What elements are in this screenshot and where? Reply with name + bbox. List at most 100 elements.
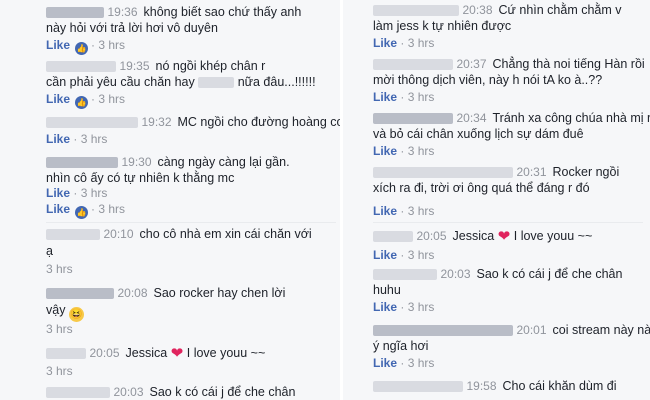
separator-dot: · [91,202,96,216]
comment-20-05: 20:05 Jessica ❤ I love youu ~~ [46,345,265,362]
comment-age[interactable]: 3 hrs [408,90,435,104]
like-link[interactable]: Like [46,186,70,200]
like-link[interactable]: Like [46,132,70,146]
comment-text: xích ra đi, trời ơi ông quá thể đáng r đ… [373,181,590,195]
like-link[interactable]: Like [46,92,70,106]
separator-dot: · [400,356,405,370]
comment-text: Chẳng thà noi tiếng Hàn rồi [492,57,645,71]
comment-time: 19:32 [141,115,172,129]
comment-age[interactable]: 3 hrs [98,38,125,52]
comment-age[interactable]: 3 hrs [408,144,435,158]
comment-text: I love youu ~~ [513,229,593,243]
like-link[interactable]: Like [373,204,397,218]
comment-time: 19:35 [119,59,150,73]
redacted-name [373,5,459,17]
divider [373,222,643,223]
like-link[interactable]: Like [373,356,397,370]
redacted-name [46,348,86,360]
redacted-name [46,229,100,241]
separator-dot: · [400,300,405,314]
comment-20-38: 20:38 Cứ nhìn chằm chằm v [373,2,622,19]
separator-dot: · [91,38,96,52]
comment-text: Rocker ngồi [552,165,620,179]
comment-text: càng ngày càng lại gần. [157,155,290,169]
comment-text: Cho cái khăn dùm đi [502,379,617,393]
comment-actions: Like · 3 hrs [373,356,434,370]
comment-time: 20:34 [456,111,487,125]
comment-20-03: 20:03 Sao k có cái j để che chân [373,266,622,283]
comment-age[interactable]: 3 hrs [98,92,125,106]
comment-age[interactable]: 3 hrs [408,356,435,370]
redacted-name [373,113,453,125]
comment-age[interactable]: 3 hrs [408,204,435,218]
redacted-name [373,381,463,393]
comment-20-31: 20:31 Rocker ngồi [373,164,619,181]
like-link[interactable]: Like [46,38,70,52]
redacted-name [373,231,413,243]
thumbs-up-icon: 👍 [75,42,89,55]
redacted-name [46,117,138,129]
comment-time: 19:58 [466,379,497,393]
laughing-emoji-icon: 😆 [68,307,84,322]
divider [46,222,336,223]
comment-age[interactable]: 3 hrs [408,300,435,314]
comment-text: cho cô nhà em xin cái chăn với [139,227,312,241]
comment-age[interactable]: 3 hrs [408,248,435,262]
comment-age[interactable]: 3 hrs [81,132,108,146]
comment-time: 20:03 [113,385,144,399]
reaction-line: Like 👍 · 3 hrs [46,202,125,219]
comment-age[interactable]: 3 hrs [46,322,73,336]
comment-text: nó ngồi khép chân r [155,59,266,73]
comment-19-36: 19:36 không biết sao chứ thấy anh [46,4,301,21]
comment-age[interactable]: 3 hrs [98,202,125,216]
separator-dot: · [400,204,405,218]
comment-text: nhìn cô ấy có tự nhiên k thằng mc [46,171,235,185]
comment-text: nữa đâu...!!!!!! [237,75,316,89]
comment-text: và bỏ cái chân xuống lịch sự dám đuê [373,127,584,141]
comment-text: Tránh xa công chúa nhà mị ra [492,111,650,125]
like-link[interactable]: Like [373,36,397,50]
redacted-text [198,77,235,89]
comment-time: 20:10 [103,227,134,241]
comment-age[interactable]: 3 hrs [81,186,108,200]
comment-time: 20:38 [462,3,493,17]
comment-text: ý ngĩa hơi [373,339,429,353]
comment-time: 20:05 [416,229,447,243]
comment-actions: Like · 3 hrs [373,90,434,104]
comment-text: Jessica [125,346,168,360]
like-link[interactable]: Like [373,300,397,314]
redacted-name [373,59,453,71]
redacted-name [46,157,118,169]
separator-dot: · [91,92,96,106]
comment-actions: Like · 3 hrs [46,186,107,200]
comment-age[interactable]: 3 hrs [46,364,73,378]
like-link[interactable]: Like [373,248,397,262]
heart-icon: ❤ [497,228,511,245]
comment-text: Sao k có cái j để che chân [476,267,623,281]
like-link[interactable]: Like [373,144,397,158]
separator-dot: · [400,144,405,158]
comment-19-32: 19:32 MC ngồi cho đường hoàng coi [46,114,343,131]
comment-19-35: 19:35 nó ngồi khép chân r [46,58,265,75]
comment-text: Cứ nhìn chằm chằm v [498,3,622,17]
comment-19-30: 19:30 càng ngày càng lại gần. [46,154,290,171]
comment-20-34: 20:34 Tránh xa công chúa nhà mị ra [373,110,650,127]
comment-actions: 3 hrs [46,364,73,378]
comment-text: Sao k có cái j để che chân [149,385,296,399]
comment-age[interactable]: 3 hrs [408,36,435,50]
comment-text: I love youu ~~ [186,346,266,360]
comment-time: 20:03 [440,267,471,281]
comment-text: vậy [46,303,66,317]
separator-dot: · [400,248,405,262]
comment-20-01: 20:01 coi stream này này [373,322,650,339]
redacted-name [46,387,110,399]
comment-actions: Like 👍 · 3 hrs [46,38,125,55]
comment-actions: Like 👍 · 3 hrs [46,92,125,109]
left-comment-column: 19:36 không biết sao chứ thấy anh này hỏi… [0,0,343,400]
like-link[interactable]: Like [46,202,70,216]
like-link[interactable]: Like [373,90,397,104]
comment-age[interactable]: 3 hrs [46,262,73,276]
comment-time: 20:37 [456,57,487,71]
comment-time: 20:08 [117,286,148,300]
comment-text: cần phải yêu cầu chăn hay [46,75,195,89]
